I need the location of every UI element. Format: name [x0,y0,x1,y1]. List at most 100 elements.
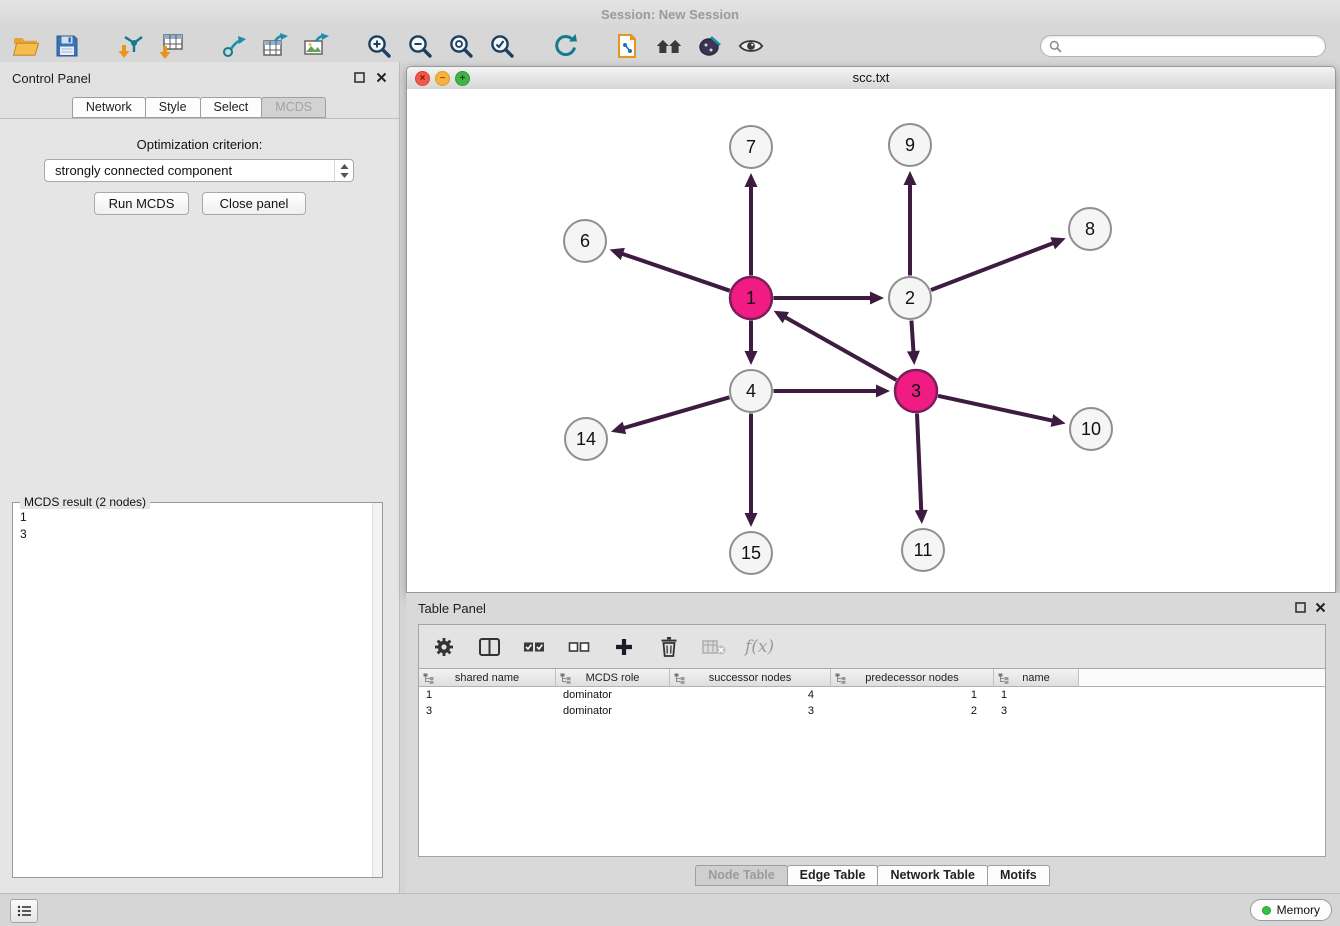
graph-node-15[interactable]: 15 [730,532,772,574]
table-cell[interactable]: 3 [419,703,556,719]
tab-network[interactable]: Network [72,97,146,118]
annotations-icon[interactable] [696,32,724,60]
main-toolbar [0,28,1340,64]
graph-edge-arrowhead [876,385,890,398]
table-cell[interactable]: dominator [556,703,670,719]
graph-node-11[interactable]: 11 [902,529,944,571]
export-table-icon[interactable] [261,32,289,60]
memory-status-icon [1262,906,1271,915]
table-cell[interactable]: dominator [556,687,670,703]
graphics-details-icon[interactable] [737,32,765,60]
first-neighbors-icon[interactable] [655,32,683,60]
delete-table-icon-disabled [700,633,728,661]
graph-edge-2-8[interactable] [931,243,1055,290]
graph-edge-4-14[interactable] [622,397,729,428]
graph-node-10[interactable]: 10 [1070,408,1112,450]
table-cell[interactable]: 1 [994,687,1079,703]
save-session-icon[interactable] [53,32,81,60]
deselect-all-icon[interactable] [565,633,593,661]
network-window-titlebar[interactable]: × − + scc.txt [407,67,1335,90]
column-header-predecessor-nodes[interactable]: predecessor nodes [831,669,994,687]
network-canvas[interactable]: 7 9 6 8 1 2 4 3 14 10 15 11 [407,89,1335,592]
export-network-icon[interactable] [220,32,248,60]
create-column-icon[interactable] [610,633,638,661]
tab-node-table[interactable]: Node Table [695,865,787,886]
graph-node-3[interactable]: 3 [895,370,937,412]
graph-node-label: 8 [1085,219,1095,239]
table-cell[interactable]: 3 [994,703,1079,719]
graph-edge-arrowhead [610,248,625,260]
graph-node-label: 4 [746,381,756,401]
column-header-name[interactable]: name [994,669,1079,687]
graph-node-4[interactable]: 4 [730,370,772,412]
graph-edge-arrowhead [907,351,920,365]
table-row[interactable]: 3dominator323 [419,703,1325,719]
control-panel-header: Control Panel [0,62,399,94]
task-history-button[interactable] [10,899,38,923]
network-view-window: × − + scc.txt 7 9 6 8 1 2 4 3 14 10 15 11 [406,66,1336,593]
table-cell[interactable]: 2 [831,703,994,719]
close-panel-icon[interactable] [374,70,389,85]
tab-style[interactable]: Style [145,97,201,118]
graph-node-8[interactable]: 8 [1069,208,1111,250]
column-header-successor-nodes[interactable]: successor nodes [670,669,831,687]
float-table-panel-icon[interactable] [1293,600,1308,615]
column-header-shared-name[interactable]: shared name [419,669,556,687]
float-panel-icon[interactable] [352,70,367,85]
graph-node-9[interactable]: 9 [889,124,931,166]
table-row[interactable]: 1dominator411 [419,687,1325,703]
result-scrollbar[interactable] [372,503,382,877]
graph-edge-3-11[interactable] [917,413,921,512]
zoom-in-icon[interactable] [365,32,393,60]
graph-node-2[interactable]: 2 [889,277,931,319]
close-panel-button[interactable]: Close panel [202,192,306,215]
graph-node-7[interactable]: 7 [730,126,772,168]
zoom-fit-icon[interactable] [447,32,475,60]
search-field[interactable] [1040,35,1326,57]
apply-layout-icon[interactable] [551,32,579,60]
fx-label: f(x) [745,637,774,657]
graph-edge-3-1[interactable] [784,317,896,380]
zoom-selected-icon[interactable] [488,32,516,60]
import-table-icon[interactable] [157,32,185,60]
network-clipboard-icon[interactable] [614,32,642,60]
criterion-dropdown[interactable]: strongly connected component [44,159,354,182]
table-settings-gear-icon[interactable] [430,633,458,661]
network-graph[interactable]: 7 9 6 8 1 2 4 3 14 10 15 11 [407,89,1335,593]
zoom-out-icon[interactable] [406,32,434,60]
graph-node-label: 10 [1081,419,1101,439]
table-cell[interactable]: 4 [670,687,831,703]
import-network-icon[interactable] [116,32,144,60]
table-cell[interactable]: 3 [670,703,831,719]
result-value: 1 [20,509,380,526]
tab-mcds[interactable]: MCDS [261,97,326,118]
open-file-icon[interactable] [12,32,40,60]
table-cell[interactable]: 1 [419,687,556,703]
memory-button[interactable]: Memory [1250,899,1332,921]
tab-motifs[interactable]: Motifs [987,865,1050,886]
show-columns-icon[interactable] [475,633,503,661]
graph-edge-1-6[interactable] [621,253,730,290]
network-window-title: scc.txt [407,70,1335,85]
list-icon [17,905,32,917]
tab-select[interactable]: Select [200,97,263,118]
table-panel-tabs: Node TableEdge TableNetwork TableMotifs [406,865,1340,886]
select-all-icon[interactable] [520,633,548,661]
column-header-mcds-role[interactable]: MCDS role [556,669,670,687]
tab-edge-table[interactable]: Edge Table [787,865,879,886]
export-image-icon[interactable] [302,32,330,60]
graph-node-6[interactable]: 6 [564,220,606,262]
graph-edge-2-3[interactable] [911,320,913,353]
search-input[interactable] [1067,38,1311,54]
search-icon [1049,40,1062,53]
mcds-result-box: MCDS result (2 nodes) 13 [12,502,383,878]
table-cell[interactable]: 1 [831,687,994,703]
column-header-label: successor nodes [709,672,792,684]
graph-node-14[interactable]: 14 [565,418,607,460]
graph-node-1[interactable]: 1 [730,277,772,319]
tab-network-table[interactable]: Network Table [877,865,988,886]
close-table-panel-icon[interactable] [1313,600,1328,615]
graph-edge-3-10[interactable] [938,396,1054,421]
run-mcds-button[interactable]: Run MCDS [94,192,189,215]
delete-column-icon[interactable] [655,633,683,661]
